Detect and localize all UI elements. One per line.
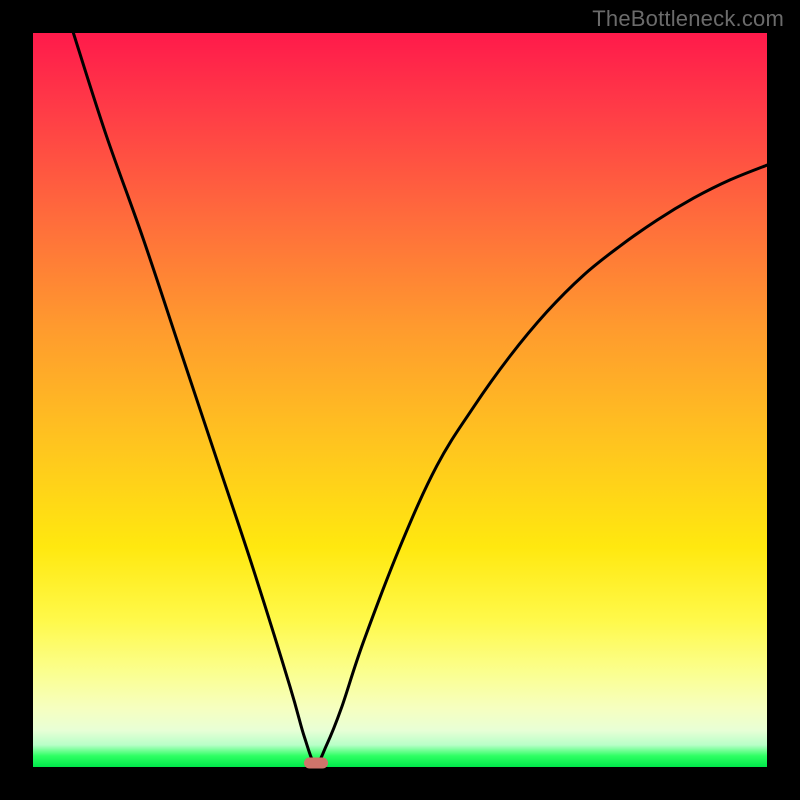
plot-area — [33, 33, 767, 767]
curve-svg — [33, 33, 767, 767]
chart-frame: TheBottleneck.com — [0, 0, 800, 800]
bottleneck-curve — [73, 33, 767, 763]
watermark-text: TheBottleneck.com — [592, 6, 784, 32]
minimum-marker — [304, 758, 328, 769]
